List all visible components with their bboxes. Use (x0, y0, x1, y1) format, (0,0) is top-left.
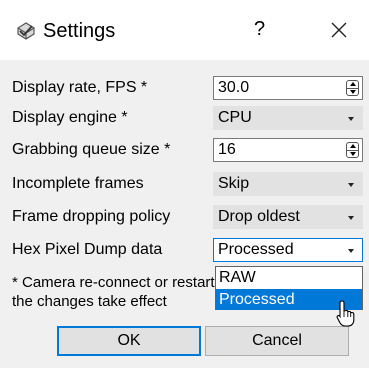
display-rate-spinbox[interactable]: 30.0 (213, 76, 363, 100)
spin-arrows-icon[interactable] (346, 142, 359, 158)
incomplete-frames-label: Incomplete frames (12, 175, 144, 192)
display-engine-label: Display engine * (12, 109, 128, 126)
hex-pixel-dump-label: Hex Pixel Dump data (12, 241, 163, 258)
hex-pixel-dump-value: Processed (218, 241, 294, 258)
frame-dropping-value: Drop oldest (218, 208, 300, 225)
display-rate-label: Display rate, FPS * (12, 79, 148, 96)
spin-arrows-icon[interactable] (346, 80, 359, 96)
option-raw-label: RAW (219, 269, 256, 286)
app-icon (17, 22, 35, 40)
close-icon[interactable] (329, 20, 349, 40)
chevron-down-icon (348, 117, 354, 121)
cancel-button[interactable]: Cancel (205, 326, 349, 356)
frame-dropping-combo[interactable]: Drop oldest (213, 205, 363, 229)
incomplete-frames-combo[interactable]: Skip (213, 172, 363, 196)
display-rate-value: 30.0 (218, 79, 250, 96)
frame-dropping-label: Frame dropping policy (12, 208, 171, 225)
option-raw[interactable]: RAW (216, 267, 362, 288)
option-processed-label: Processed (219, 291, 295, 308)
title-bar: Settings ? (0, 0, 369, 60)
help-button[interactable]: ? (254, 17, 265, 41)
grabbing-queue-label: Grabbing queue size * (12, 141, 171, 158)
ok-button[interactable]: OK (57, 326, 201, 356)
incomplete-frames-value: Skip (218, 175, 250, 192)
grabbing-queue-value: 16 (218, 141, 236, 158)
display-engine-combo[interactable]: CPU (213, 106, 363, 130)
grabbing-queue-spinbox[interactable]: 16 (213, 138, 363, 162)
chevron-down-icon (348, 183, 354, 187)
display-engine-value: CPU (218, 109, 252, 126)
hand-cursor-icon (336, 300, 355, 327)
hex-pixel-dump-combo[interactable]: Processed (213, 238, 363, 262)
chevron-down-icon (348, 216, 354, 220)
chevron-down-icon (348, 249, 354, 253)
window-title: Settings (43, 20, 116, 42)
